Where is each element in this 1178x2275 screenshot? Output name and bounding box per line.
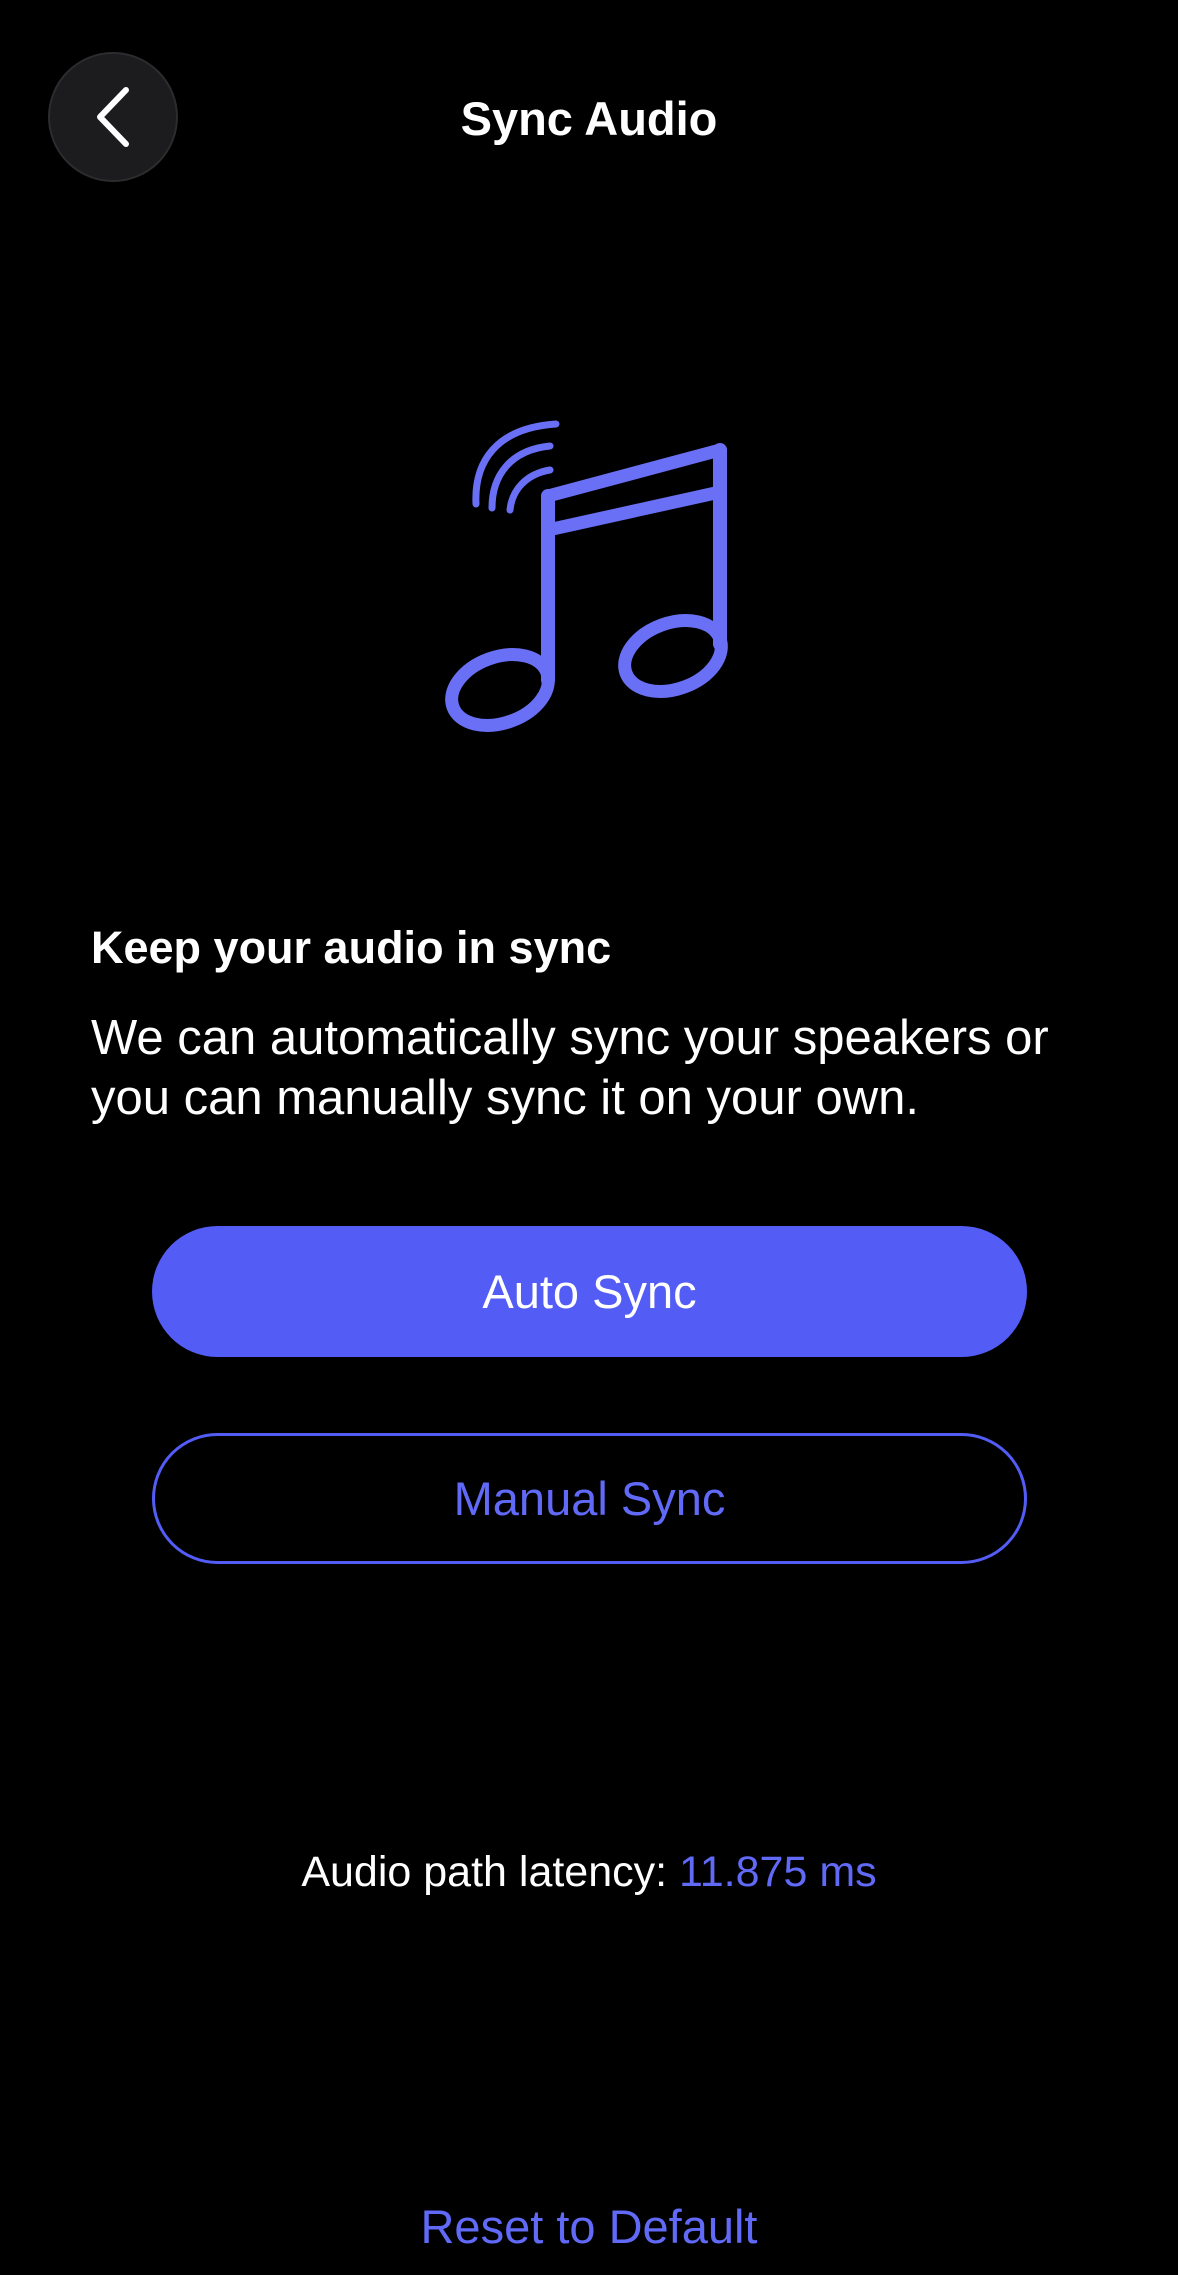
music-note-sound-waves-icon xyxy=(430,400,750,760)
manual-sync-button[interactable]: Manual Sync xyxy=(152,1433,1027,1564)
latency-readout: Audio path latency: 11.875 ms xyxy=(0,1844,1178,1900)
page-title: Sync Audio xyxy=(460,92,718,145)
description-line-2: you can manually sync it on your own. xyxy=(91,1071,919,1125)
auto-sync-button[interactable]: Auto Sync xyxy=(152,1226,1027,1357)
latency-value: 11.875 ms xyxy=(679,1848,877,1896)
reset-to-default-link[interactable]: Reset to Default xyxy=(0,2197,1178,2257)
section-description: We can automatically sync your speakers … xyxy=(91,1008,1091,1128)
section-heading: Keep your audio in sync xyxy=(91,922,612,973)
latency-label: Audio path latency: xyxy=(301,1848,668,1896)
description-line-1: We can automatically sync your speakers … xyxy=(91,1011,1049,1065)
